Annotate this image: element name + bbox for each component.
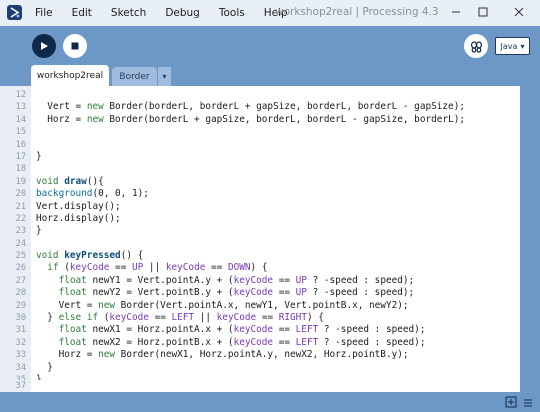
line-number: 21: [15, 201, 26, 212]
code-line[interactable]: 33 Horz = new Border(newX1, Horz.pointA.…: [0, 349, 520, 361]
code-text: Vert.display();: [36, 200, 121, 212]
code-line[interactable]: 23}: [0, 225, 520, 237]
code-text: void draw(){: [36, 175, 104, 187]
play-icon: [41, 42, 48, 50]
code-line[interactable]: 15: [0, 126, 520, 138]
line-number: 18: [15, 164, 26, 175]
menu-bar: File Edit Sketch Debug Tools Help: [35, 0, 307, 26]
line-number: 24: [15, 238, 26, 249]
line-number: 15: [15, 127, 26, 138]
code-text: background(0, 0, 1);: [36, 188, 149, 200]
code-line[interactable]: 34 }: [0, 362, 520, 374]
line-number: 37: [15, 381, 26, 391]
debugger-button[interactable]: [464, 34, 488, 58]
code-text: Horz.display();: [36, 212, 121, 224]
code-line[interactable]: 24: [0, 238, 520, 250]
code-text: Vert = new Border(Vert.pointA.x, newY1, …: [36, 299, 409, 311]
line-number: 17: [15, 151, 26, 162]
line-number: 33: [15, 350, 26, 361]
code-text: } else if (keyCode == LEFT || keyCode ==…: [36, 312, 324, 324]
code-line[interactable]: 12: [0, 89, 520, 101]
window-title: workshop2real | Processing 4.3: [275, 6, 439, 18]
minimize-icon[interactable]: [449, 5, 463, 19]
mode-label: Java: [500, 41, 518, 51]
code-line[interactable]: 20 background(0, 0, 1);: [0, 188, 520, 200]
code-line[interactable]: 31 float newX1 = Horz.pointA.x + (keyCod…: [0, 324, 520, 336]
code-line[interactable]: 29 Vert = new Border(Vert.pointA.x, newY…: [0, 300, 520, 312]
line-number: 22: [15, 213, 26, 224]
code-text: Horz = new Border(newX1, Horz.pointA.y, …: [36, 349, 409, 361]
code-text: void keyPressed() {: [36, 250, 144, 262]
code-area[interactable]: 12 13 Vert = new Border(borderL, borderL …: [0, 89, 520, 380]
code-text: }: [36, 225, 42, 237]
status-bar: [0, 392, 540, 412]
code-line[interactable]: 30 } else if (keyCode == LEFT || keyCode…: [0, 312, 520, 324]
maximize-icon[interactable]: [476, 5, 490, 19]
code-text: float newX1 = Horz.pointA.x + (keyCode =…: [58, 324, 426, 336]
code-text: float newX2 = Horz.pointB.x + (keyCode =…: [58, 336, 426, 348]
menu-sketch[interactable]: Sketch: [111, 7, 146, 19]
menu-debug[interactable]: Debug: [165, 7, 200, 19]
processing-logo-icon: [7, 5, 22, 20]
stop-button[interactable]: [63, 34, 87, 58]
code-text: }: [36, 361, 53, 373]
console-line: [31, 380, 520, 392]
code-line[interactable]: 21 Vert.display();: [0, 201, 520, 213]
code-text: Vert = new Border(borderL, borderL + gap…: [36, 101, 465, 113]
code-text: float newY1 = Vert.pointA.y + (keyCode =…: [58, 274, 415, 286]
line-number: 16: [15, 139, 26, 150]
tab-label: Border: [119, 71, 150, 82]
code-text: float newY2 = Vert.pointB.y + (keyCode =…: [58, 287, 415, 299]
line-number: 31: [15, 325, 26, 336]
console-add-icon[interactable]: [505, 396, 517, 408]
code-line[interactable]: 25 void keyPressed() {: [0, 250, 520, 262]
line-number: 23: [15, 226, 26, 237]
debug-butterfly-icon: [470, 40, 482, 53]
line-number: 28: [15, 288, 26, 299]
line-number: 12: [15, 90, 26, 100]
code-text: if (keyCode == UP || keyCode == DOWN) {: [47, 262, 268, 274]
code-text: Horz = new Border(borderL + gapSize, bor…: [36, 113, 465, 125]
tab-border[interactable]: Border: [112, 67, 157, 86]
mode-selector[interactable]: Java ▾: [495, 37, 530, 55]
code-line[interactable]: 32 float newX2 = Horz.pointB.x + (keyCod…: [0, 337, 520, 349]
line-number: 34: [15, 362, 26, 373]
line-number: 20: [15, 189, 26, 200]
tab-menu-button[interactable]: ▾: [158, 67, 171, 86]
run-button[interactable]: [32, 34, 56, 58]
line-number: 30: [15, 313, 26, 324]
console-menu-icon[interactable]: [522, 396, 534, 408]
menu-file[interactable]: File: [35, 7, 53, 19]
code-line[interactable]: 13 Vert = new Border(borderL, borderL + …: [0, 101, 520, 113]
close-icon[interactable]: [512, 5, 526, 19]
line-number: 26: [15, 263, 26, 274]
chevron-down-icon: ▾: [520, 41, 525, 51]
code-line[interactable]: 14 Horz = new Border(borderL + gapSize, …: [0, 114, 520, 126]
stop-icon: [71, 42, 79, 50]
line-number: 19: [15, 176, 26, 187]
line-number: 13: [15, 102, 26, 113]
code-text: }: [36, 150, 42, 162]
title-bar: File Edit Sketch Debug Tools Help worksh…: [0, 0, 540, 26]
code-line[interactable]: 27 float newY1 = Vert.pointA.y + (keyCod…: [0, 275, 520, 287]
tab-workshop2real[interactable]: workshop2real: [31, 65, 109, 86]
line-number: 14: [15, 114, 26, 125]
code-line[interactable]: 26 if (keyCode == UP || keyCode == DOWN)…: [0, 262, 520, 274]
code-line[interactable]: 22 Horz.display();: [0, 213, 520, 225]
menu-edit[interactable]: Edit: [72, 7, 92, 19]
chevron-down-icon: ▾: [162, 72, 167, 81]
code-line[interactable]: 28 float newY2 = Vert.pointB.y + (keyCod…: [0, 287, 520, 299]
line-number: 29: [15, 300, 26, 311]
line-number: 25: [15, 251, 26, 262]
line-number: 27: [15, 275, 26, 286]
code-line[interactable]: 18: [0, 163, 520, 175]
tab-label: workshop2real: [36, 70, 104, 81]
code-line[interactable]: 16: [0, 139, 520, 151]
code-editor[interactable]: 12 13 Vert = new Border(borderL, borderL …: [0, 86, 520, 380]
code-line[interactable]: 19 void draw(){: [0, 176, 520, 188]
menu-tools[interactable]: Tools: [219, 7, 245, 19]
line-number: 32: [15, 337, 26, 348]
code-line[interactable]: 17}: [0, 151, 520, 163]
